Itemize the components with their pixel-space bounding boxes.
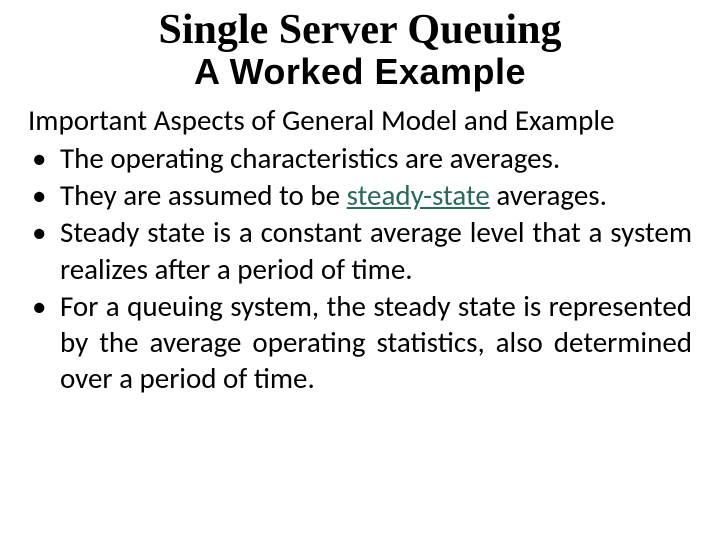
steady-state-term: steady-state <box>347 177 490 213</box>
list-item: They are assumed to be steady-state aver… <box>28 177 692 213</box>
bullet-text-post: averages. <box>490 177 607 213</box>
list-item: Steady state is a constant average level… <box>28 214 692 287</box>
list-item: The operating characteristics are averag… <box>28 140 692 176</box>
section-heading: Important Aspects of General Model and E… <box>28 102 692 138</box>
slide-title-main: Single Server Queuing <box>28 8 692 52</box>
slide-title-sub: A Worked Example <box>28 52 692 92</box>
bullet-text-pre: They are assumed to be <box>60 177 347 213</box>
bullet-list: The operating characteristics are averag… <box>28 140 692 397</box>
list-item: For a queuing system, the steady state i… <box>28 288 692 397</box>
